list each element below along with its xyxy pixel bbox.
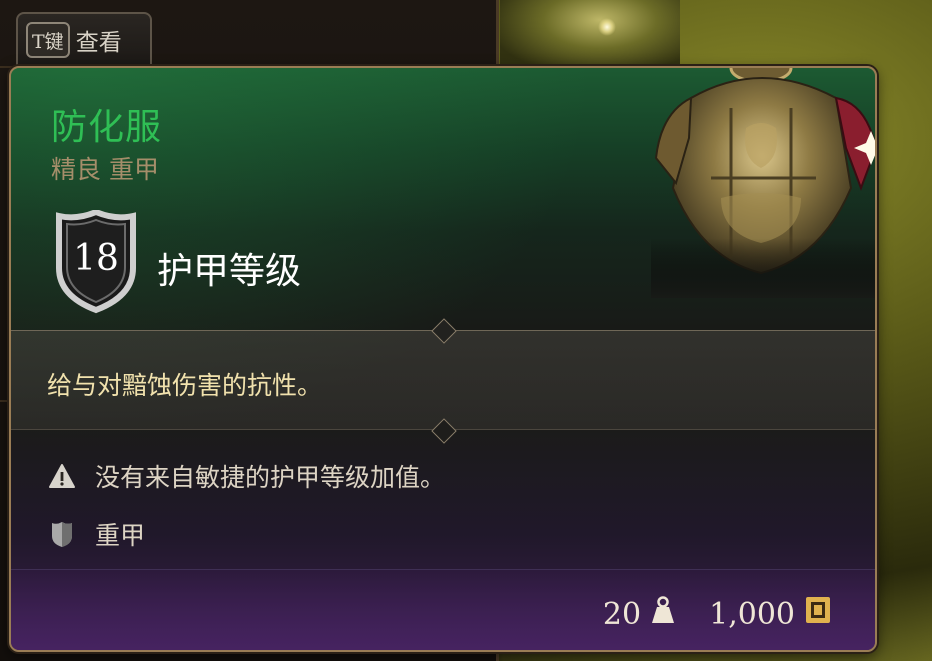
armor-illustration bbox=[651, 68, 875, 298]
sparkle-effect bbox=[598, 18, 616, 36]
item-name: 防化服 bbox=[51, 107, 163, 148]
game-screen: T键 查看 防化服 精良 重甲 18 护甲等级 给与对黯蚀伤害的抗性。 没有来自… bbox=[0, 0, 932, 661]
warning-icon bbox=[47, 461, 77, 491]
item-stats: 20 1,000 bbox=[603, 596, 831, 632]
weight-icon bbox=[651, 596, 675, 632]
item-weight: 20 bbox=[602, 596, 642, 632]
property-row: 没有来自敏捷的护甲等级加值。 bbox=[47, 458, 445, 494]
item-description: 给与对黯蚀伤害的抗性。 bbox=[47, 371, 323, 400]
heavy-armour-icon bbox=[47, 519, 77, 549]
property-text: 没有来自敏捷的护甲等级加值。 bbox=[95, 463, 446, 492]
character-preview bbox=[500, 0, 680, 70]
t-key-cap: T键 bbox=[26, 22, 70, 58]
gold-coin-icon bbox=[805, 596, 831, 632]
examine-key-hint[interactable]: T键 查看 bbox=[16, 12, 152, 66]
item-tooltip: 防化服 精良 重甲 18 护甲等级 给与对黯蚀伤害的抗性。 没有来自敏捷的护甲等… bbox=[9, 66, 877, 652]
examine-label: 查看 bbox=[75, 30, 122, 56]
property-row: 重甲 bbox=[47, 516, 145, 552]
armor-class-value: 18 bbox=[73, 238, 119, 279]
item-rarity-type: 精良 重甲 bbox=[51, 155, 159, 184]
item-value: 1,000 bbox=[709, 596, 795, 632]
tooltip-footer: 20 1,000 bbox=[11, 569, 875, 650]
armor-class-label: 护甲等级 bbox=[157, 251, 302, 292]
property-text: 重甲 bbox=[95, 521, 146, 550]
